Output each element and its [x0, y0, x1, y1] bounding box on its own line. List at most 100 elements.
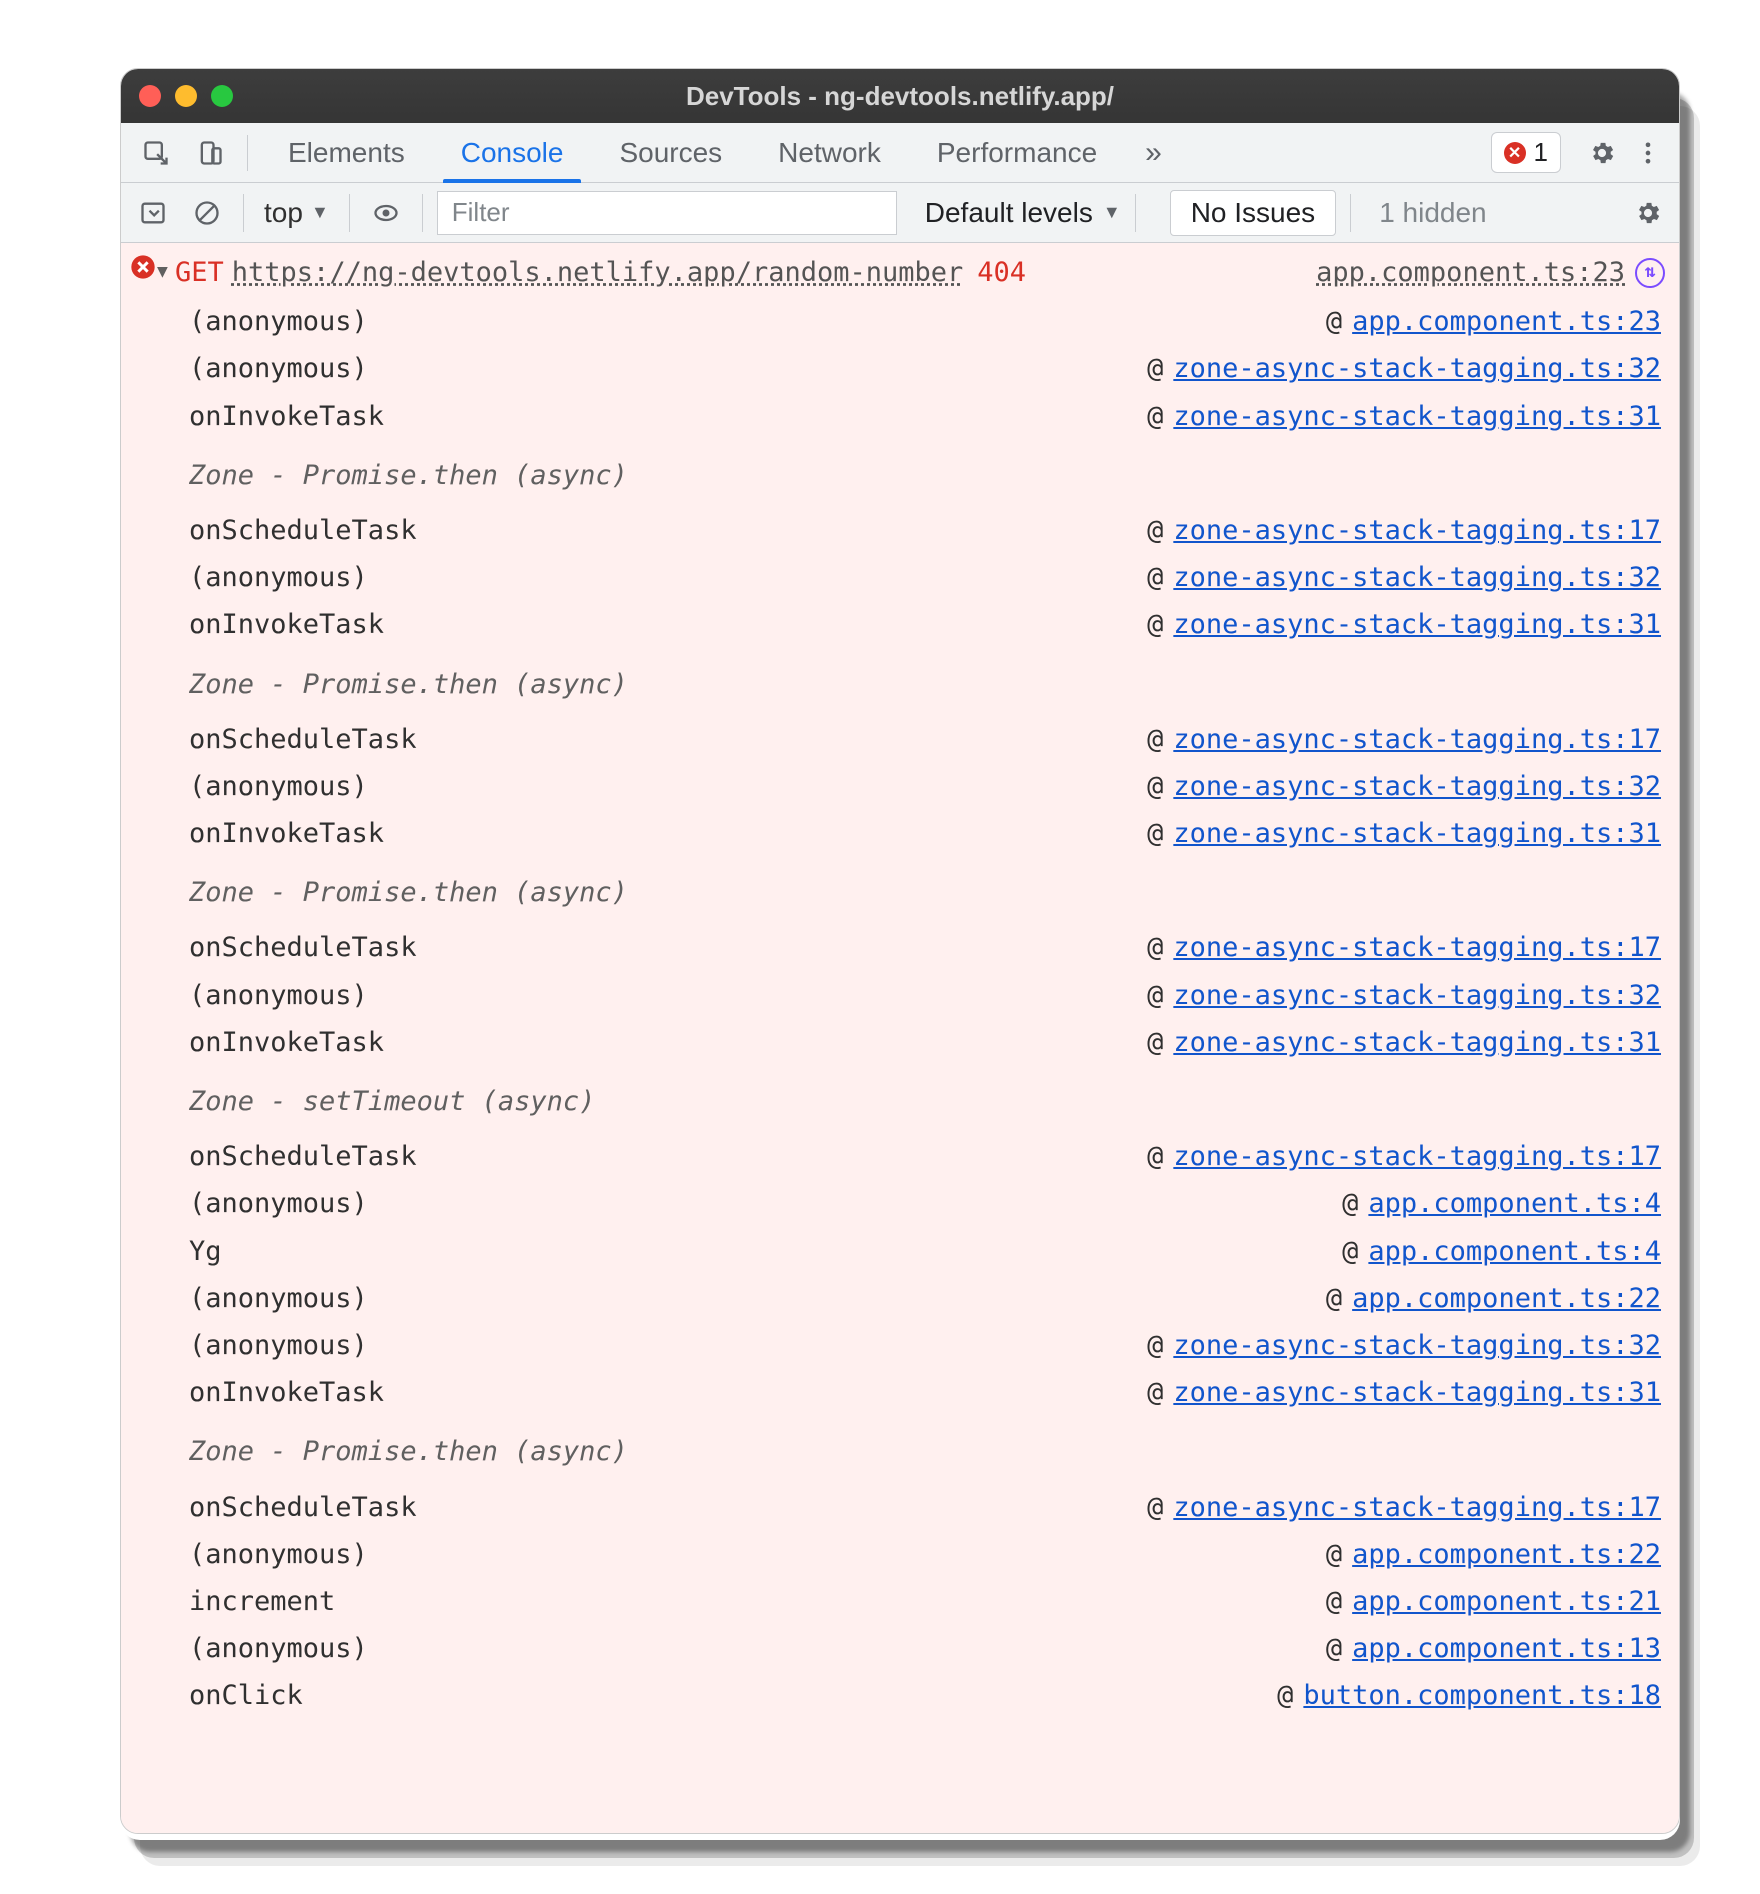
window-minimize-button[interactable]: [175, 85, 197, 107]
tab-console[interactable]: Console: [433, 123, 592, 182]
more-options-icon[interactable]: [1627, 139, 1669, 167]
at-symbol: @: [1147, 974, 1163, 1017]
source-link[interactable]: app.component.ts:4: [1368, 1182, 1661, 1225]
async-stack-label: Zone - setTimeout (async): [121, 1066, 1679, 1133]
device-toolbar-icon[interactable]: [185, 129, 235, 177]
stack-frame: Yg@app.component.ts:4: [121, 1228, 1679, 1275]
stack-frame: onScheduleTask@zone-async-stack-tagging.…: [121, 924, 1679, 971]
at-symbol: @: [1147, 1021, 1163, 1064]
stack-frame: (anonymous)@zone-async-stack-tagging.ts:…: [121, 763, 1679, 810]
hidden-count: 1 hidden: [1379, 197, 1486, 229]
request-method: GET: [175, 251, 224, 294]
tab-elements[interactable]: Elements: [260, 123, 433, 182]
at-symbol: @: [1326, 1627, 1342, 1670]
log-levels-label: Default levels: [925, 197, 1093, 229]
error-count: 1: [1534, 137, 1548, 168]
source-link[interactable]: app.component.ts:23: [1316, 251, 1625, 294]
source-link[interactable]: zone-async-stack-tagging.ts:17: [1173, 926, 1661, 969]
settings-icon[interactable]: [1581, 139, 1623, 167]
window-zoom-button[interactable]: [211, 85, 233, 107]
console-settings-icon[interactable]: [1627, 199, 1669, 227]
stack-frame-function: onClick: [189, 1674, 303, 1717]
stack-frame: onInvokeTask @zone-async-stack-tagging.ts…: [121, 601, 1679, 648]
source-link[interactable]: zone-async-stack-tagging.ts:31: [1173, 395, 1661, 438]
at-symbol: @: [1147, 347, 1163, 390]
source-link[interactable]: zone-async-stack-tagging.ts:32: [1173, 1324, 1661, 1367]
at-symbol: @: [1147, 1324, 1163, 1367]
source-link[interactable]: zone-async-stack-tagging.ts:17: [1173, 1135, 1661, 1178]
at-symbol: @: [1147, 718, 1163, 761]
main-toolbar: Elements Console Sources Network Perform…: [121, 123, 1679, 183]
stack-frame: (anonymous)@app.component.ts:22: [121, 1531, 1679, 1578]
console-error-row[interactable]: ▼ GET https://ng-devtools.netlify.app/ra…: [121, 247, 1679, 298]
context-selector[interactable]: top ▼: [258, 197, 335, 229]
more-tabs-icon[interactable]: »: [1125, 123, 1182, 182]
stack-frame-function: (anonymous): [189, 974, 368, 1017]
stack-frame-function: (anonymous): [189, 1182, 368, 1225]
stack-frame-function: (anonymous): [189, 1627, 368, 1670]
live-expression-icon[interactable]: [364, 191, 408, 235]
tab-network[interactable]: Network: [750, 123, 909, 182]
stack-frame-function: increment: [189, 1580, 335, 1623]
error-count-chip[interactable]: ✕ 1: [1491, 132, 1561, 173]
stack-frame-function: (anonymous): [189, 300, 368, 343]
source-link[interactable]: zone-async-stack-tagging.ts:32: [1173, 765, 1661, 808]
source-link[interactable]: app.component.ts:13: [1352, 1627, 1661, 1670]
source-link[interactable]: app.component.ts:23: [1352, 300, 1661, 343]
stack-frame-function: onInvokeTask: [189, 1371, 384, 1414]
window-close-button[interactable]: [139, 85, 161, 107]
console-sidebar-toggle-icon[interactable]: [131, 191, 175, 235]
source-link[interactable]: app.component.ts:4: [1368, 1230, 1661, 1273]
stack-frame-function: onInvokeTask: [189, 603, 384, 646]
source-link[interactable]: zone-async-stack-tagging.ts:17: [1173, 509, 1661, 552]
at-symbol: @: [1147, 812, 1163, 855]
chevron-down-icon: ▼: [311, 202, 329, 223]
source-link[interactable]: zone-async-stack-tagging.ts:31: [1173, 812, 1661, 855]
toolbar-separator: [422, 194, 423, 232]
stack-frame-function: Yg: [189, 1230, 222, 1273]
async-cause-icon[interactable]: ⇅: [1635, 258, 1665, 288]
stack-frame: (anonymous) @app.component.ts:4: [121, 1180, 1679, 1227]
chevron-down-icon: ▼: [1103, 202, 1121, 223]
source-link[interactable]: zone-async-stack-tagging.ts:31: [1173, 1371, 1661, 1414]
source-link[interactable]: zone-async-stack-tagging.ts:17: [1173, 1486, 1661, 1529]
source-link[interactable]: app.component.ts:22: [1352, 1533, 1661, 1576]
source-link[interactable]: zone-async-stack-tagging.ts:31: [1173, 1021, 1661, 1064]
stack-frame-function: (anonymous): [189, 1277, 368, 1320]
stack-frame-function: onScheduleTask: [189, 718, 417, 761]
source-link[interactable]: zone-async-stack-tagging.ts:32: [1173, 556, 1661, 599]
source-link[interactable]: zone-async-stack-tagging.ts:17: [1173, 718, 1661, 761]
disclosure-triangle-icon[interactable]: ▼: [157, 258, 175, 287]
stack-frame: (anonymous)@app.component.ts:23: [121, 298, 1679, 345]
source-link[interactable]: zone-async-stack-tagging.ts:32: [1173, 347, 1661, 390]
stack-frame-function: onScheduleTask: [189, 1135, 417, 1178]
at-symbol: @: [1342, 1182, 1358, 1225]
stack-frame: onScheduleTask@zone-async-stack-tagging.…: [121, 1484, 1679, 1531]
at-symbol: @: [1147, 603, 1163, 646]
inspect-element-icon[interactable]: [131, 129, 181, 177]
request-url[interactable]: https://ng-devtools.netlify.app/random-n…: [232, 251, 964, 294]
stack-frame: (anonymous) @zone-async-stack-tagging.ts:…: [121, 972, 1679, 1019]
at-symbol: @: [1277, 1674, 1293, 1717]
devtools-window: DevTools - ng-devtools.netlify.app/ Elem…: [120, 68, 1680, 1834]
tab-sources[interactable]: Sources: [591, 123, 750, 182]
source-link[interactable]: zone-async-stack-tagging.ts:31: [1173, 603, 1661, 646]
source-link[interactable]: app.component.ts:22: [1352, 1277, 1661, 1320]
toolbar-separator: [349, 194, 350, 232]
error-icon: [129, 253, 157, 292]
clear-console-icon[interactable]: [185, 191, 229, 235]
tab-performance[interactable]: Performance: [909, 123, 1125, 182]
at-symbol: @: [1147, 556, 1163, 599]
stack-frame-function: onScheduleTask: [189, 926, 417, 969]
stack-frame: onInvokeTask@zone-async-stack-tagging.ts…: [121, 810, 1679, 857]
log-levels-selector[interactable]: Default levels ▼: [907, 197, 1121, 229]
issues-button[interactable]: No Issues: [1170, 190, 1337, 236]
filter-input[interactable]: [437, 191, 897, 235]
source-link[interactable]: app.component.ts:21: [1352, 1580, 1661, 1623]
stack-frame: increment@app.component.ts:21: [121, 1578, 1679, 1625]
source-link[interactable]: zone-async-stack-tagging.ts:32: [1173, 974, 1661, 1017]
async-stack-label: Zone - Promise.then (async): [121, 857, 1679, 924]
context-selector-value: top: [264, 197, 303, 229]
toolbar-separator: [247, 135, 248, 171]
source-link[interactable]: button.component.ts:18: [1303, 1674, 1661, 1717]
